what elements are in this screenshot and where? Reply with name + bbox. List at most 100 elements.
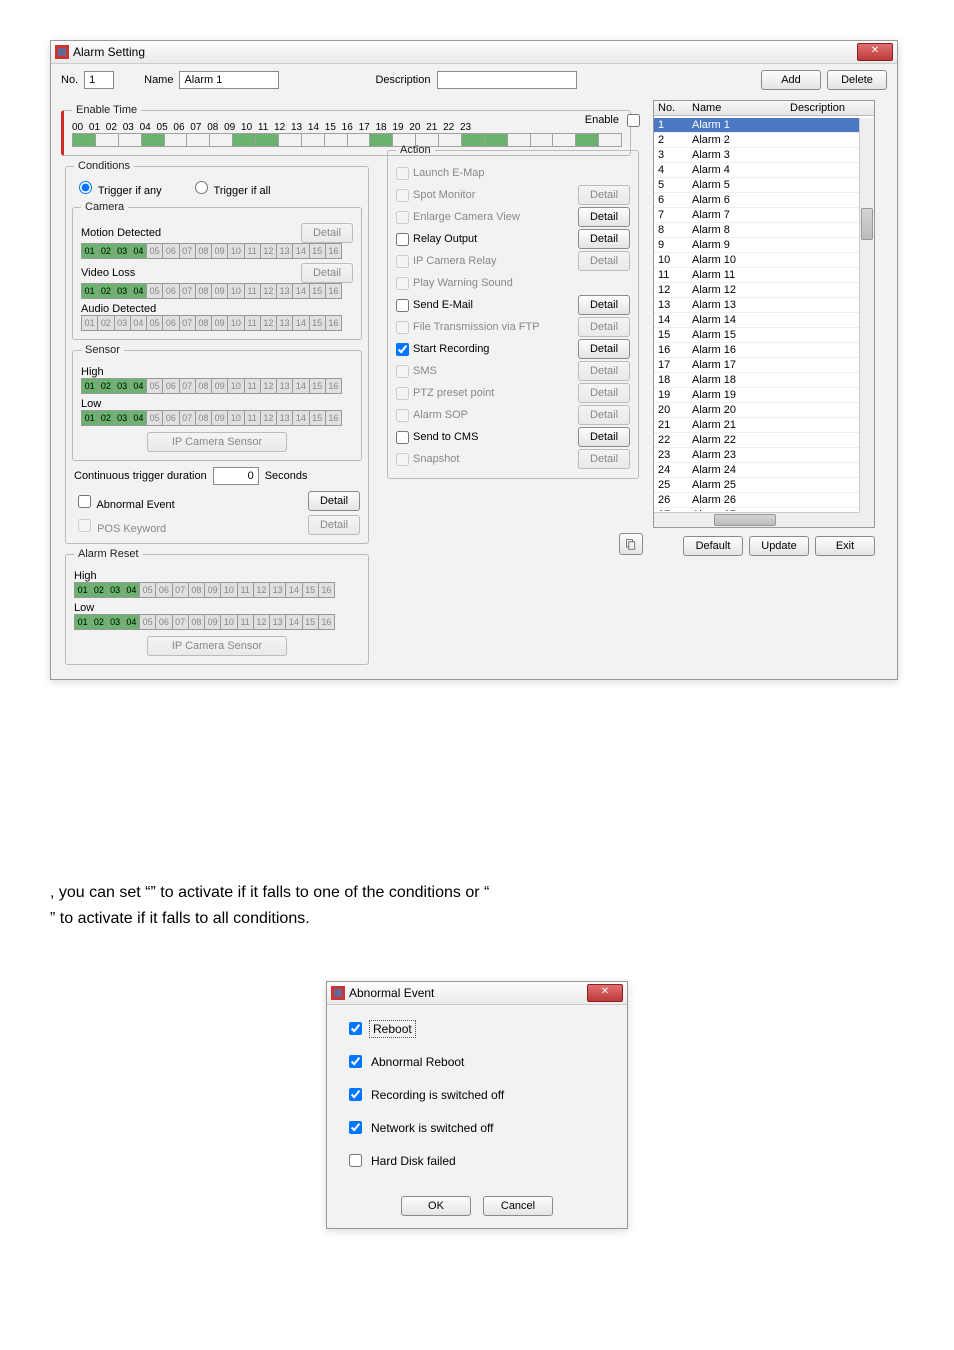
- motion-label: Motion Detected: [81, 227, 161, 239]
- list-item[interactable]: 4Alarm 4: [654, 163, 860, 178]
- update-button[interactable]: Update: [749, 536, 809, 556]
- list-item[interactable]: 20Alarm 20: [654, 403, 860, 418]
- audio-grid[interactable]: 01020304050607080910111213141516: [81, 315, 342, 331]
- enable-time-checkbox[interactable]: Enable: [585, 111, 643, 130]
- file-ftp-checkbox[interactable]: File Transmission via FTP: [396, 321, 540, 334]
- recording-off-checkbox[interactable]: Recording is switched off: [345, 1085, 609, 1104]
- list-item[interactable]: 9Alarm 9: [654, 238, 860, 253]
- list-item[interactable]: 23Alarm 23: [654, 448, 860, 463]
- alarm-sop-detail-button[interactable]: Detail: [578, 405, 630, 425]
- list-item[interactable]: 17Alarm 17: [654, 358, 860, 373]
- snapshot-detail-button[interactable]: Detail: [578, 449, 630, 469]
- sensor-high-grid[interactable]: 01020304050607080910111213141516: [81, 378, 342, 394]
- alarm-sop-checkbox[interactable]: Alarm SOP: [396, 409, 468, 422]
- ok-button[interactable]: OK: [401, 1196, 471, 1216]
- disk-failed-checkbox[interactable]: Hard Disk failed: [345, 1151, 609, 1170]
- list-item[interactable]: 24Alarm 24: [654, 463, 860, 478]
- spot-monitor-checkbox[interactable]: Spot Monitor: [396, 189, 475, 202]
- reset-high-grid[interactable]: 01020304050607080910111213141516: [74, 582, 335, 598]
- videoloss-grid[interactable]: 01020304050607080910111213141516: [81, 283, 342, 299]
- vertical-scrollbar[interactable]: [859, 118, 874, 527]
- list-item[interactable]: 16Alarm 16: [654, 343, 860, 358]
- list-item[interactable]: 6Alarm 6: [654, 193, 860, 208]
- list-item[interactable]: 27Alarm 27: [654, 508, 860, 511]
- cont-dur-input[interactable]: [213, 467, 259, 485]
- list-item[interactable]: 7Alarm 7: [654, 208, 860, 223]
- pos-keyword-detail-button[interactable]: Detail: [308, 515, 360, 535]
- snapshot-checkbox[interactable]: Snapshot: [396, 453, 459, 466]
- list-item[interactable]: 26Alarm 26: [654, 493, 860, 508]
- description-input[interactable]: [437, 71, 577, 89]
- ip-camera-sensor-button[interactable]: IP Camera Sensor: [147, 432, 287, 452]
- scrollbar-thumb[interactable]: [861, 208, 873, 240]
- add-button[interactable]: Add: [761, 70, 821, 90]
- network-off-checkbox[interactable]: Network is switched off: [345, 1118, 609, 1137]
- list-item[interactable]: 18Alarm 18: [654, 373, 860, 388]
- enlarge-view-detail-button[interactable]: Detail: [578, 207, 630, 227]
- reset-low-grid[interactable]: 01020304050607080910111213141516: [74, 614, 335, 630]
- list-item[interactable]: 12Alarm 12: [654, 283, 860, 298]
- pos-keyword-checkbox[interactable]: POS Keyword: [74, 516, 166, 535]
- send-email-checkbox[interactable]: Send E-Mail: [396, 299, 473, 312]
- motion-grid[interactable]: 01020304050607080910111213141516: [81, 243, 342, 259]
- default-button[interactable]: Default: [683, 536, 743, 556]
- close-button[interactable]: ✕: [857, 43, 893, 61]
- list-item[interactable]: 2Alarm 2: [654, 133, 860, 148]
- abnormal-event-checkbox[interactable]: Abnormal Event: [74, 492, 175, 511]
- list-item[interactable]: 8Alarm 8: [654, 223, 860, 238]
- alarm-list[interactable]: No. Name Description 1Alarm 12Alarm 23Al…: [653, 100, 875, 528]
- enlarge-view-checkbox[interactable]: Enlarge Camera View: [396, 211, 520, 224]
- hscrollbar-thumb[interactable]: [714, 514, 776, 526]
- ptz-preset-checkbox[interactable]: PTZ preset point: [396, 387, 494, 400]
- send-to-cms-detail-button[interactable]: Detail: [578, 427, 630, 447]
- app-icon: [55, 45, 69, 59]
- videoloss-detail-button[interactable]: Detail: [301, 263, 353, 283]
- list-item[interactable]: 14Alarm 14: [654, 313, 860, 328]
- ip-camera-relay-checkbox[interactable]: IP Camera Relay: [396, 255, 497, 268]
- reset-ip-sensor-button[interactable]: IP Camera Sensor: [147, 636, 287, 656]
- reboot-checkbox[interactable]: Reboot: [345, 1019, 609, 1038]
- launch-emap-checkbox[interactable]: Launch E-Map: [396, 167, 485, 180]
- ip-camera-relay-detail-button[interactable]: Detail: [578, 251, 630, 271]
- sms-detail-button[interactable]: Detail: [578, 361, 630, 381]
- cancel-button[interactable]: Cancel: [483, 1196, 553, 1216]
- spot-monitor-detail-button[interactable]: Detail: [578, 185, 630, 205]
- no-input[interactable]: [84, 71, 114, 89]
- file-ftp-detail-button[interactable]: Detail: [578, 317, 630, 337]
- list-item[interactable]: 3Alarm 3: [654, 148, 860, 163]
- exit-button[interactable]: Exit: [815, 536, 875, 556]
- list-item[interactable]: 25Alarm 25: [654, 478, 860, 493]
- list-item[interactable]: 13Alarm 13: [654, 298, 860, 313]
- list-item[interactable]: 21Alarm 21: [654, 418, 860, 433]
- sensor-low-grid[interactable]: 01020304050607080910111213141516: [81, 410, 342, 426]
- trigger-any-radio[interactable]: Trigger if any: [74, 178, 162, 197]
- cont-dur-label: Continuous trigger duration: [74, 470, 207, 482]
- sms-checkbox[interactable]: SMS: [396, 365, 437, 378]
- list-item[interactable]: 11Alarm 11: [654, 268, 860, 283]
- relay-output-checkbox[interactable]: Relay Output: [396, 233, 477, 246]
- trigger-all-radio[interactable]: Trigger if all: [190, 178, 271, 197]
- ptz-preset-detail-button[interactable]: Detail: [578, 383, 630, 403]
- abnormal-reboot-checkbox[interactable]: Abnormal Reboot: [345, 1052, 609, 1071]
- send-email-detail-button[interactable]: Detail: [578, 295, 630, 315]
- abnormal-close-button[interactable]: ✕: [587, 984, 623, 1002]
- start-recording-detail-button[interactable]: Detail: [578, 339, 630, 359]
- relay-output-detail-button[interactable]: Detail: [578, 229, 630, 249]
- horizontal-scrollbar[interactable]: [654, 512, 860, 527]
- list-item[interactable]: 19Alarm 19: [654, 388, 860, 403]
- copy-button[interactable]: [619, 533, 643, 555]
- list-item[interactable]: 1Alarm 1: [654, 118, 860, 133]
- delete-button[interactable]: Delete: [827, 70, 887, 90]
- motion-detail-button[interactable]: Detail: [301, 223, 353, 243]
- list-item[interactable]: 22Alarm 22: [654, 433, 860, 448]
- abnormal-titlebar[interactable]: Abnormal Event ✕: [327, 982, 627, 1005]
- abnormal-event-detail-button[interactable]: Detail: [308, 491, 360, 511]
- name-input[interactable]: [179, 71, 279, 89]
- list-item[interactable]: 5Alarm 5: [654, 178, 860, 193]
- titlebar[interactable]: Alarm Setting ✕: [51, 41, 897, 64]
- play-warn-sound-checkbox[interactable]: Play Warning Sound: [396, 277, 513, 290]
- list-item[interactable]: 15Alarm 15: [654, 328, 860, 343]
- start-recording-checkbox[interactable]: Start Recording: [396, 343, 489, 356]
- send-to-cms-checkbox[interactable]: Send to CMS: [396, 431, 478, 444]
- list-item[interactable]: 10Alarm 10: [654, 253, 860, 268]
